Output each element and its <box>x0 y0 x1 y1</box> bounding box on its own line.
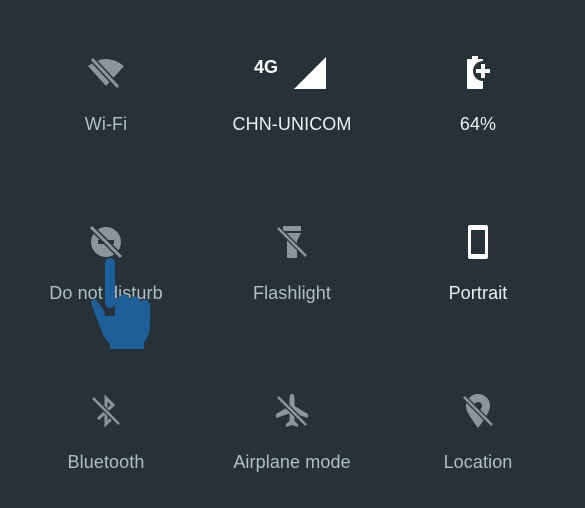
portrait-orientation-icon <box>458 222 498 262</box>
tile-label: 64% <box>459 114 497 134</box>
flashlight-off-icon <box>272 222 312 262</box>
tile-label: Airplane mode <box>233 452 351 472</box>
tile-label: CHN-UNICOM <box>232 114 352 134</box>
network-type-badge: 4G <box>254 57 278 77</box>
cellular-signal-icon: 4G <box>252 53 332 93</box>
tile-label: Flashlight <box>252 283 332 303</box>
tile-label: Bluetooth <box>67 452 145 472</box>
tile-label: Portrait <box>448 283 508 303</box>
tile-do-not-disturb[interactable]: Do not disturb <box>16 222 196 352</box>
tile-cellular[interactable]: 4G CHN-UNICOM <box>202 53 382 183</box>
tile-portrait[interactable]: Portrait <box>388 222 568 352</box>
battery-saver-icon <box>458 53 498 93</box>
bluetooth-off-icon <box>86 391 126 431</box>
tile-flashlight[interactable]: Flashlight <box>202 222 382 352</box>
tile-location[interactable]: Location <box>388 391 568 508</box>
do-not-disturb-off-icon <box>86 222 126 262</box>
tile-battery[interactable]: 64% <box>388 53 568 183</box>
wifi-off-icon <box>86 53 126 93</box>
location-off-icon <box>458 391 498 431</box>
tile-label: Location <box>443 452 513 472</box>
airplane-mode-off-icon <box>272 391 312 431</box>
tile-bluetooth[interactable]: Bluetooth <box>16 391 196 508</box>
tile-label: Wi-Fi <box>84 114 128 134</box>
tile-airplane-mode[interactable]: Airplane mode <box>202 391 382 508</box>
tile-wifi[interactable]: Wi-Fi <box>16 53 196 183</box>
tile-label: Do not disturb <box>49 283 163 303</box>
quick-settings-panel: Wi-Fi 4G CHN-UNICOM 64% Do not disturb F… <box>0 0 585 508</box>
